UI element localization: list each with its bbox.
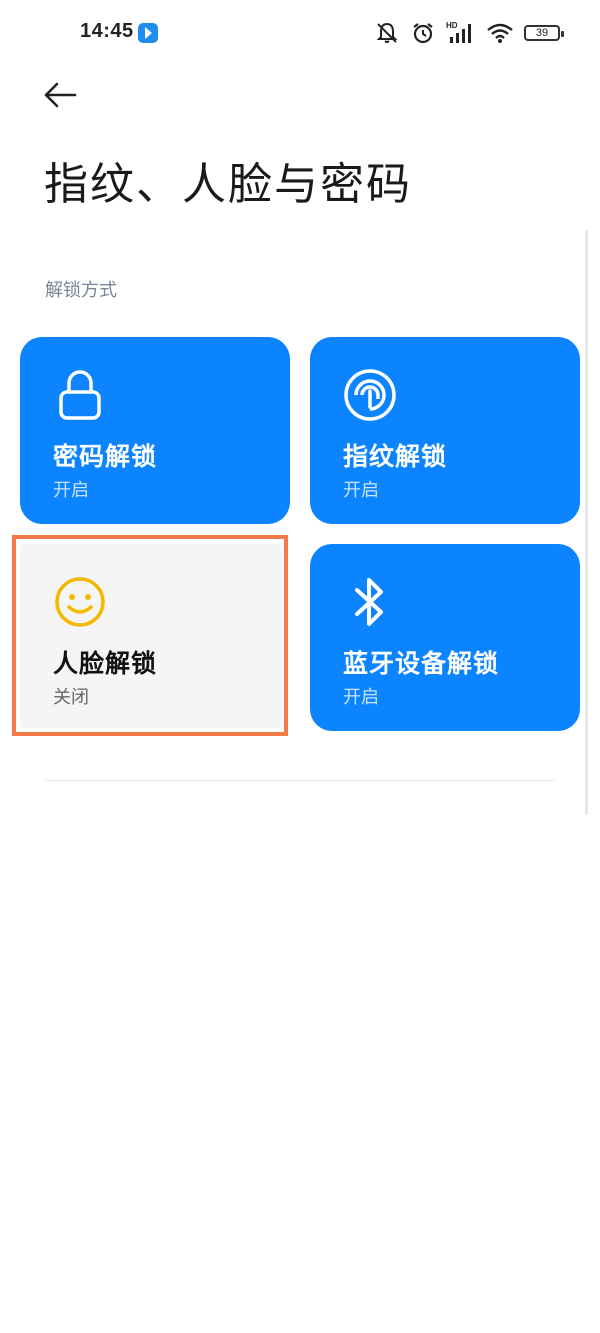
card-status: 开启 bbox=[343, 480, 379, 501]
section-header: 解锁方式 bbox=[45, 280, 117, 301]
status-icons: HD 39 bbox=[374, 18, 564, 48]
fingerprint-icon bbox=[342, 367, 398, 423]
app-notification-icon bbox=[138, 23, 158, 43]
fingerprint-unlock-card[interactable]: 指纹解锁 开启 bbox=[310, 337, 580, 524]
face-unlock-card[interactable]: 人脸解锁 关闭 bbox=[20, 544, 282, 728]
arrow-left-icon bbox=[42, 80, 78, 114]
card-status: 关闭 bbox=[53, 687, 89, 708]
card-status: 开启 bbox=[53, 480, 89, 501]
battery-icon: 39 bbox=[524, 25, 564, 41]
svg-text:HD: HD bbox=[446, 21, 458, 30]
card-title: 人脸解锁 bbox=[53, 649, 158, 678]
wifi-icon bbox=[486, 20, 514, 46]
bluetooth-unlock-card[interactable]: 蓝牙设备解锁 开启 bbox=[310, 544, 580, 731]
lock-icon bbox=[52, 367, 108, 423]
mute-icon bbox=[374, 20, 400, 46]
divider bbox=[45, 780, 555, 781]
card-title: 蓝牙设备解锁 bbox=[343, 649, 500, 678]
status-time: 14:45 bbox=[80, 20, 134, 42]
password-unlock-card[interactable]: 密码解锁 开启 bbox=[20, 337, 290, 524]
card-title: 指纹解锁 bbox=[343, 442, 448, 471]
smiley-face-icon bbox=[52, 574, 108, 630]
scrollbar[interactable] bbox=[585, 230, 588, 815]
bluetooth-icon bbox=[342, 574, 398, 630]
alarm-icon bbox=[410, 20, 436, 46]
card-title: 密码解锁 bbox=[53, 442, 158, 471]
back-button[interactable] bbox=[38, 75, 82, 119]
card-status: 开启 bbox=[343, 687, 379, 708]
hd-signal-icon: HD bbox=[446, 20, 476, 46]
page-title: 指纹、人脸与密码 bbox=[44, 159, 412, 210]
status-bar: 14:45 HD 39 bbox=[0, 0, 600, 70]
